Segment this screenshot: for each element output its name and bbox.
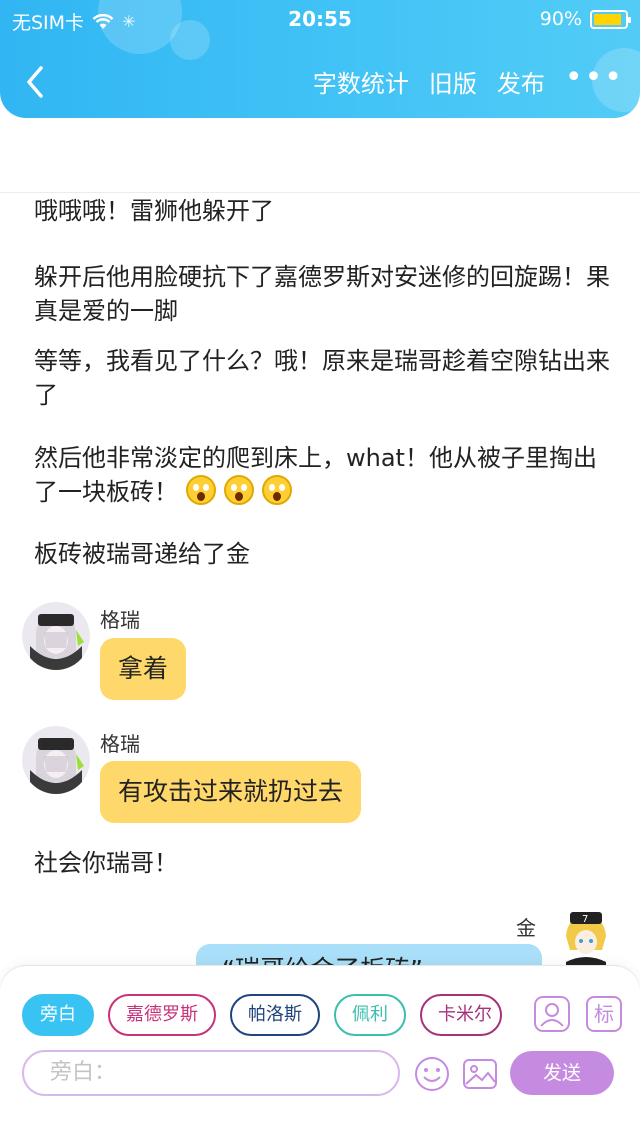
emoji-icon[interactable] [414, 1056, 450, 1092]
character-selector: 旁白 嘉德罗斯 帕洛斯 佩利 卡米尔 [22, 994, 502, 1036]
battery-percent: 90% [539, 8, 582, 30]
character-chip-narrator[interactable]: 旁白 [22, 994, 94, 1036]
character-avatar-icon: 7 [566, 912, 606, 974]
word-count-button[interactable]: 字数统计 [313, 64, 409, 99]
character-chip[interactable]: 佩利 [334, 994, 406, 1036]
status-bar: 无SIM卡 ✳ 20:55 90% [0, 0, 640, 40]
mark-button[interactable]: 标 [586, 996, 622, 1032]
chat-bubble[interactable]: 拿着 [100, 638, 187, 700]
speaker-name: 金 [516, 916, 536, 940]
avatar[interactable] [22, 726, 90, 794]
more-button[interactable]: ••• [565, 62, 624, 98]
character-chip[interactable]: 卡米尔 [420, 994, 502, 1036]
battery-fill [594, 13, 621, 25]
character-avatar-icon [22, 726, 90, 794]
story-paragraph: 躲开后他用脸硬抗下了嘉德罗斯对安迷修的回旋踢！果真是爱的一脚 [34, 263, 610, 325]
message-input[interactable]: 旁白： [22, 1050, 400, 1096]
character-chip[interactable]: 嘉德罗斯 [108, 994, 216, 1036]
story-paragraph: 社会你瑞哥！ [34, 849, 178, 877]
header-divider [0, 192, 640, 193]
story-paragraph: 哦哦哦！雷狮他躲开了 [34, 197, 274, 225]
publish-button[interactable]: 发布 [497, 64, 545, 99]
battery-icon [590, 9, 631, 29]
character-chip[interactable]: 帕洛斯 [230, 994, 320, 1036]
input-panel: 旁白 嘉德罗斯 帕洛斯 佩利 卡米尔 标 旁白： 发送 [0, 966, 640, 1139]
scream-emoji-icon [262, 475, 292, 505]
send-button[interactable]: 发送 [510, 1051, 614, 1095]
avatar[interactable]: 7 [552, 906, 620, 974]
story-paragraph: 等等，我看见了什么？哦！原来是瑞哥趁着空隙钻出来了 [34, 347, 610, 409]
old-version-button[interactable]: 旧版 [429, 64, 477, 99]
character-avatar-icon [22, 602, 90, 670]
story-text: 然后他非常淡定的爬到床上，what！他从被子里掏出了一块板砖！ [34, 444, 597, 506]
story-paragraph: 板砖被瑞哥递给了金 [34, 540, 250, 568]
chat-bubble[interactable]: 有攻击过来就扔过去 [100, 761, 362, 823]
avatar[interactable] [22, 602, 90, 670]
character-manage-icon[interactable] [534, 996, 570, 1032]
scream-emoji-icon [224, 475, 254, 505]
speaker-name: 格瑞 [100, 732, 140, 756]
image-icon[interactable] [462, 1056, 498, 1092]
svg-text:7: 7 [582, 914, 588, 925]
nav-bar: 字数统计 旧版 发布 ••• [0, 58, 640, 108]
speaker-name: 格瑞 [100, 608, 140, 632]
back-button[interactable] [22, 64, 52, 100]
top-header: 无SIM卡 ✳ 20:55 90% 字数统计 旧版 发布 ••• [0, 0, 640, 118]
scream-emoji-icon [186, 475, 216, 505]
story-paragraph: 然后他非常淡定的爬到床上，what！他从被子里掏出了一块板砖！ [34, 441, 614, 509]
